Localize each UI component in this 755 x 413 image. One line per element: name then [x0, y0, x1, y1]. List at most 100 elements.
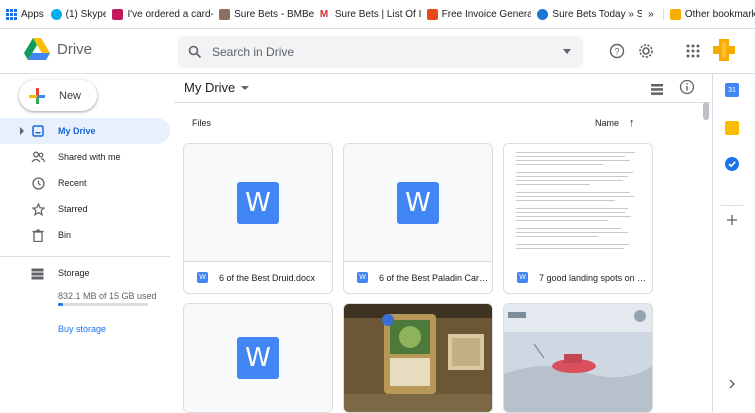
sidebar-nav: My Drive Shared with me Recent Starred B… [0, 118, 170, 248]
document-text-line [516, 192, 631, 193]
search-input[interactable] [212, 45, 542, 59]
settings-gear-icon[interactable] [636, 41, 656, 61]
bookmark-apps[interactable]: Apps [0, 8, 45, 20]
drive-logo-icon[interactable] [24, 38, 50, 62]
sidebar-divider [0, 256, 170, 257]
shared-icon [31, 150, 45, 164]
clock-icon [31, 176, 45, 190]
file-thumbnail: W [184, 144, 332, 262]
sidebar-item-label: Shared with me [58, 152, 121, 162]
storage-used-text: 832.1 MB of 15 GB used [58, 291, 157, 301]
tasks-icon[interactable] [725, 157, 739, 171]
card-game-image [344, 304, 492, 412]
image-thumbnail-card-game [344, 304, 492, 412]
page-title: My Drive [184, 80, 236, 95]
document-text-line [516, 208, 628, 209]
document-text-line [516, 236, 598, 237]
sidebar-item-label: Recent [58, 178, 87, 188]
document-text-line [516, 248, 624, 249]
my-drive-icon [31, 124, 45, 138]
add-addon-icon[interactable] [725, 213, 739, 227]
document-text-line [516, 216, 632, 217]
document-text-line [516, 176, 628, 177]
file-card[interactable] [503, 303, 653, 413]
sidebar-item-label: Starred [58, 204, 88, 214]
bookmark-label: Free Invoice Genera... [441, 8, 532, 20]
bookmark-label: (1) Skype [65, 8, 107, 20]
apps-grid-icon [6, 8, 17, 20]
sidebar-item-bin[interactable]: Bin [0, 222, 170, 248]
storage-label[interactable]: Storage [58, 268, 90, 278]
file-card[interactable] [343, 303, 493, 413]
file-thumbnail: W [184, 304, 332, 412]
buy-storage-button[interactable]: Buy storage [58, 324, 106, 334]
word-file-type-icon: W [197, 272, 208, 283]
bookmark-label: Apps [21, 8, 44, 20]
my-drive-dropdown[interactable]: My Drive [184, 80, 250, 95]
sidebar-item-my-drive[interactable]: My Drive [0, 118, 170, 144]
other-bookmarks[interactable]: Other bookmarks [662, 8, 755, 20]
svg-text:?: ? [614, 47, 619, 57]
other-bookmarks-label: Other bookmarks [684, 8, 755, 20]
bmbets-icon [219, 8, 231, 20]
bookmarks-more-button[interactable]: » [642, 9, 659, 20]
sort-control[interactable]: Name ↑ [595, 117, 635, 129]
document-text-line [516, 156, 626, 157]
main-divider [174, 102, 711, 103]
bookmark-sure-bets-today[interactable]: Sure Bets Today » S... [531, 8, 643, 20]
document-text-line [516, 220, 608, 221]
chevron-right-icon[interactable] [725, 377, 739, 391]
surebets-icon [537, 8, 549, 20]
file-name: 6 of the Best Druid.docx [219, 272, 316, 283]
app-header: Drive ? [0, 29, 755, 73]
google-apps-icon[interactable] [683, 41, 703, 61]
sort-label: Name [595, 118, 620, 128]
sidebar-item-label: My Drive [58, 126, 96, 136]
search-bar[interactable] [178, 36, 583, 68]
storage-progress-bar [58, 303, 148, 306]
file-card[interactable]: W W 6 of the Best Druid.docx [183, 143, 333, 294]
sidebar-item-starred[interactable]: Starred [0, 196, 170, 222]
bookmarks-bar: Apps (1) Skype I've ordered a card-... S… [0, 0, 755, 29]
document-text-line [516, 160, 631, 161]
image-thumbnail-game [504, 304, 652, 412]
invoice-icon [426, 8, 438, 20]
scrollbar[interactable] [703, 102, 709, 120]
info-icon[interactable] [677, 77, 697, 97]
bookmark-label: Sure Bets Today » S... [552, 8, 643, 20]
bookmark-skype[interactable]: (1) Skype [45, 8, 107, 20]
file-card[interactable]: W 7 good landing spots on P... [503, 143, 653, 294]
bookmark-invoice[interactable]: Free Invoice Genera... [421, 8, 532, 20]
calendar-icon[interactable]: 31 [725, 83, 739, 97]
list-view-icon[interactable] [647, 79, 667, 99]
bookmark-icon [112, 8, 124, 20]
bookmark-card-order[interactable]: I've ordered a card-... [106, 8, 214, 20]
expand-arrow-icon[interactable] [20, 127, 24, 135]
plus-icon [29, 87, 45, 104]
document-text-line [516, 152, 636, 153]
file-name: 6 of the Best Paladin Card... [379, 272, 489, 283]
bookmark-bmbets[interactable]: Sure Bets - BMBets [213, 8, 314, 20]
keep-icon[interactable] [725, 121, 739, 135]
new-button[interactable]: New [19, 80, 97, 111]
chevron-double-icon: » [648, 8, 654, 20]
document-preview [504, 144, 652, 262]
word-doc-icon: W [237, 337, 279, 379]
sidebar-item-shared-with-me[interactable]: Shared with me [0, 144, 170, 170]
sidebar-item-label: Bin [58, 230, 72, 240]
search-options-icon[interactable] [563, 49, 571, 54]
help-icon[interactable]: ? [607, 41, 627, 61]
search-icon[interactable] [188, 45, 202, 59]
files-section-label: Files [192, 118, 212, 128]
bookmark-sure-bets-list[interactable]: M Sure Bets | List Of I... [314, 9, 421, 20]
document-text-line [516, 196, 634, 197]
bookmark-label: Sure Bets - BMBets [234, 8, 314, 20]
file-name: 7 good landing spots on P... [539, 272, 649, 283]
bookmark-label: I've ordered a card-... [127, 8, 214, 20]
sort-arrow-up-icon[interactable]: ↑ [629, 117, 635, 129]
account-avatar[interactable] [711, 37, 737, 63]
new-button-label: New [59, 89, 82, 102]
sidebar-item-recent[interactable]: Recent [0, 170, 170, 196]
file-card[interactable]: W [183, 303, 333, 413]
file-card[interactable]: W W 6 of the Best Paladin Card... [343, 143, 493, 294]
